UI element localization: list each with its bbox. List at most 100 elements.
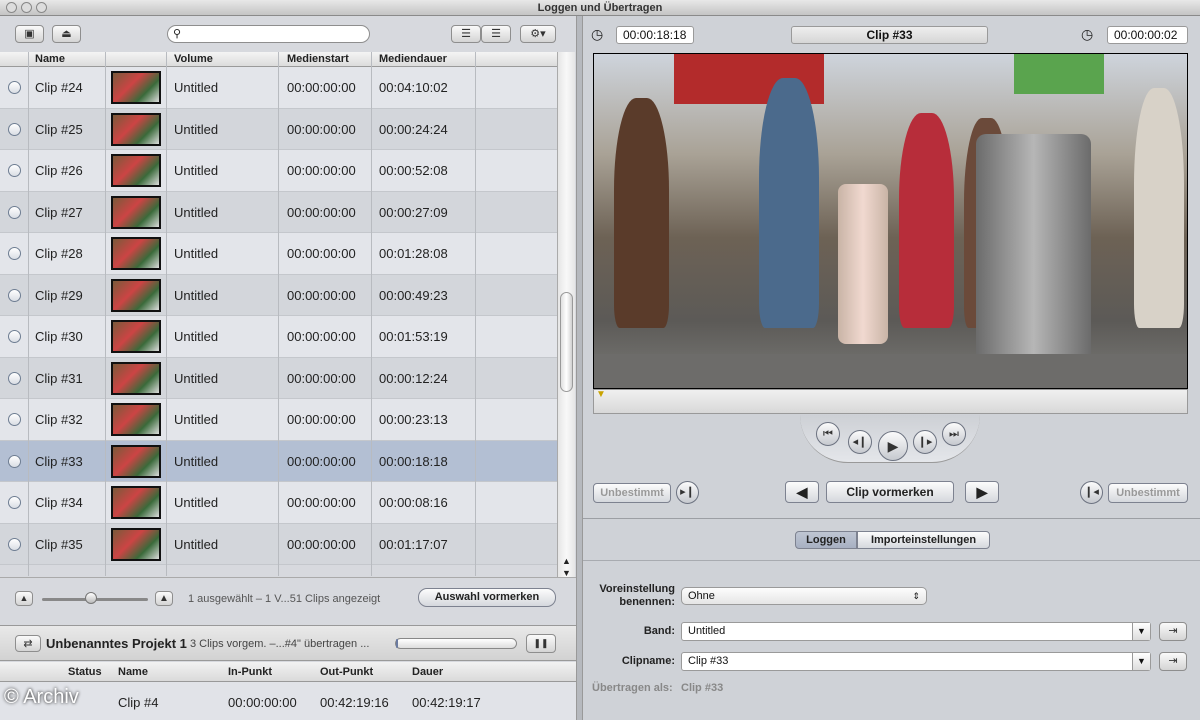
- step-forward-button[interactable]: ❙▸: [913, 430, 937, 454]
- thumbnail-size-slider-knob[interactable]: [85, 592, 97, 604]
- clip-thumbnail: [111, 237, 161, 270]
- go-to-end-button[interactable]: ⏭: [942, 422, 966, 446]
- column-header-name[interactable]: Name: [35, 53, 65, 65]
- transfer-table-header: Status Name In-Punkt Out-Punkt Dauer: [0, 662, 576, 682]
- column-header-mediaduration[interactable]: Mediendauer: [379, 53, 447, 65]
- transport-controls: ⏮ ◂❙ ▶ ❙▸ ⏭: [800, 415, 980, 463]
- list-view-button[interactable]: ☰: [451, 25, 481, 43]
- tape-stamp-button[interactable]: ⇥: [1159, 622, 1187, 641]
- mark-out-button[interactable]: ❙◂: [1080, 481, 1103, 504]
- row-mediastart: 00:00:00:00: [287, 329, 356, 344]
- preset-label: Voreinstellung benennen:: [599, 583, 675, 608]
- row-select-radio[interactable]: [8, 454, 21, 468]
- row-select-radio[interactable]: [8, 330, 21, 343]
- row-mediaduration: 00:01:53:19: [379, 329, 448, 344]
- column-header-inpoint[interactable]: In-Punkt: [228, 666, 272, 678]
- queue-clip-button[interactable]: Clip vormerken: [826, 481, 954, 503]
- clipname-field[interactable]: Clip #33 ▼: [681, 652, 1151, 671]
- pause-transfer-button[interactable]: ❚❚: [526, 634, 556, 653]
- transfer-progress-bar: [395, 638, 517, 649]
- video-candle: [838, 184, 888, 344]
- project-icon[interactable]: ⇄: [15, 635, 41, 652]
- play-button[interactable]: ▶: [878, 431, 908, 461]
- split-view-divider[interactable]: [576, 16, 583, 720]
- column-header-mediastart[interactable]: Medienstart: [287, 53, 349, 65]
- eject-button[interactable]: ⏏: [52, 25, 81, 43]
- playhead-icon[interactable]: ▼: [596, 389, 606, 400]
- row-select-radio[interactable]: [8, 413, 21, 426]
- current-timecode[interactable]: 00:00:18:18: [616, 26, 694, 44]
- transfer-as-label: Übertragen als:: [592, 682, 673, 694]
- clip-thumbnail: [111, 403, 161, 436]
- scrubber-bar[interactable]: ▼: [593, 389, 1188, 414]
- search-icon: ⚲: [173, 28, 182, 40]
- row-name: Clip #33: [35, 453, 83, 469]
- row-select-radio[interactable]: [8, 81, 21, 94]
- in-point-field[interactable]: Unbestimmt: [593, 483, 671, 503]
- row-volume: Untitled: [174, 163, 219, 178]
- filmstrip-view-button[interactable]: ☰: [481, 25, 511, 43]
- step-back-button[interactable]: ◂❙: [848, 430, 872, 454]
- video-lantern: [976, 134, 1091, 384]
- action-menu-button[interactable]: ⚙▾: [520, 25, 556, 43]
- tab-loggen[interactable]: Loggen: [795, 531, 857, 549]
- video-preview[interactable]: [593, 53, 1188, 389]
- row-select-radio[interactable]: [8, 537, 21, 551]
- tape-field[interactable]: Untitled ▼: [681, 622, 1151, 641]
- column-divider: [475, 52, 476, 576]
- go-to-start-button[interactable]: ⏮: [816, 422, 840, 446]
- row-volume: Untitled: [174, 453, 219, 469]
- clip-table-scrollbar[interactable]: ▲ ▼: [557, 52, 575, 592]
- mark-in-icon: ▸❙: [680, 486, 695, 498]
- chevron-down-icon[interactable]: ▼: [1132, 623, 1150, 640]
- column-header-name[interactable]: Name: [118, 666, 148, 678]
- row-mediastart: 00:00:00:00: [287, 246, 356, 261]
- scroll-up-arrow-icon[interactable]: ▲: [562, 556, 571, 566]
- clip-thumbnail: [111, 154, 161, 187]
- row-select-radio[interactable]: [8, 371, 21, 385]
- column-header-volume[interactable]: Volume: [174, 53, 213, 65]
- selection-status-text: 1 ausgewählt – 1 V...51 Clips angezeigt: [188, 593, 381, 605]
- chevron-down-icon[interactable]: ▼: [1132, 653, 1150, 670]
- queue-selection-button[interactable]: Auswahl vormerken: [418, 588, 556, 607]
- clip-thumbnail: [111, 486, 161, 519]
- column-header-duration[interactable]: Dauer: [412, 666, 443, 678]
- clip-thumbnail: [111, 320, 161, 353]
- previous-clip-button[interactable]: ◀: [785, 481, 819, 503]
- out-point-field[interactable]: Unbestimmt: [1108, 483, 1188, 503]
- row-select-radio[interactable]: [8, 247, 21, 260]
- step-forward-icon: ❙▸: [917, 436, 933, 448]
- next-clip-button[interactable]: ▶: [965, 481, 999, 503]
- small-thumbnail-icon[interactable]: ▲: [15, 591, 33, 606]
- row-volume: Untitled: [174, 536, 219, 552]
- preset-select[interactable]: Ohne ⇕: [681, 587, 927, 605]
- clipname-stamp-button[interactable]: ⇥: [1159, 652, 1187, 671]
- minimize-window-icon[interactable]: [21, 2, 32, 13]
- tab-importeinstellungen[interactable]: Importeinstellungen: [857, 531, 990, 549]
- row-volume: Untitled: [174, 204, 219, 220]
- row-name: Clip #27: [35, 204, 83, 220]
- new-folder-button[interactable]: ▣: [15, 25, 44, 43]
- row-select-radio[interactable]: [8, 496, 21, 509]
- scrollbar-thumb[interactable]: [560, 292, 573, 392]
- close-window-icon[interactable]: [6, 2, 17, 13]
- row-name: Clip #26: [35, 163, 83, 178]
- duration-timecode[interactable]: 00:00:00:02: [1107, 26, 1188, 44]
- column-header-status[interactable]: Status: [68, 666, 102, 678]
- mark-in-button[interactable]: ▸❙: [676, 481, 699, 504]
- search-input[interactable]: ⚲: [167, 25, 370, 43]
- row-select-radio[interactable]: [8, 122, 21, 136]
- transfer-row[interactable]: Clip #4 00:00:00:00 00:42:19:16 00:42:19…: [0, 682, 576, 720]
- row-volume: Untitled: [174, 246, 219, 261]
- row-mediastart: 00:00:00:00: [287, 412, 356, 427]
- large-thumbnail-icon[interactable]: ▲: [155, 591, 173, 606]
- zoom-window-icon[interactable]: [36, 2, 47, 13]
- row-select-radio[interactable]: [8, 288, 21, 302]
- video-flag: [1014, 54, 1104, 94]
- row-select-radio[interactable]: [8, 205, 21, 219]
- mark-out-icon: ❙◂: [1084, 486, 1099, 498]
- row-name: Clip #34: [35, 495, 83, 510]
- row-select-radio[interactable]: [8, 164, 21, 177]
- current-timecode-icon: ◷: [591, 26, 604, 42]
- column-header-outpoint[interactable]: Out-Punkt: [320, 666, 373, 678]
